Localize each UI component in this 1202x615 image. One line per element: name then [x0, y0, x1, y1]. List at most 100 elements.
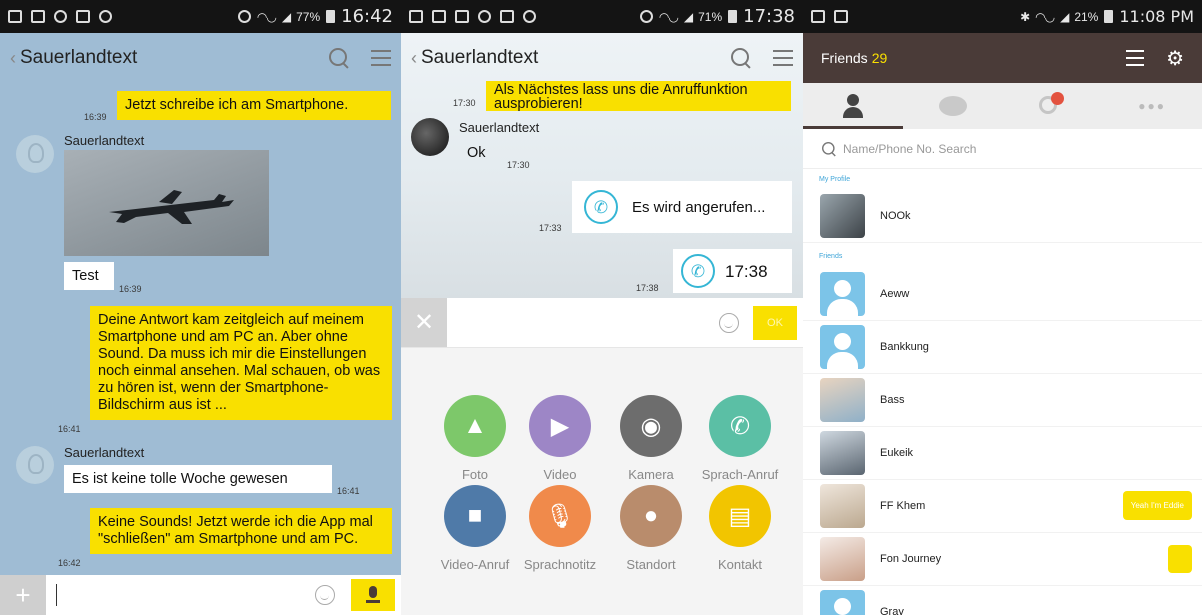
- more-icon: ●●●: [1138, 99, 1166, 113]
- location-icon: [523, 10, 536, 23]
- friend-search[interactable]: Name/Phone No. Search: [803, 129, 1202, 169]
- message-bubble-other[interactable]: Test: [64, 262, 114, 290]
- attachment-option[interactable]: ◉ Kamera: [606, 395, 696, 482]
- friend-row[interactable]: Fon Journey: [803, 532, 1202, 586]
- photo-icon: ▲: [444, 395, 506, 457]
- search-placeholder: Name/Phone No. Search: [843, 141, 977, 156]
- sender-name: Sauerlandtext: [64, 133, 145, 148]
- close-attachments-button[interactable]: ✕: [401, 298, 447, 347]
- avatar[interactable]: [16, 135, 54, 173]
- chat-header: ‹ Sauerlandtext: [401, 33, 803, 83]
- status-message: Yeah I'm Eddie: [1122, 491, 1192, 520]
- attachment-option[interactable]: 🎙 Sprachnotitz: [515, 485, 605, 572]
- friend-name: Aeww: [880, 287, 910, 300]
- location-pin-icon: ●: [620, 485, 682, 547]
- status-bar: ◠◡ ◢ 77% 16:42: [0, 0, 401, 33]
- section-label-my-profile: My Profile: [819, 176, 851, 183]
- wifi-icon: ◠◡: [658, 9, 679, 24]
- message-input-bar: +: [0, 575, 401, 615]
- message-time: 17:33: [539, 223, 562, 233]
- message-time: 16:39: [84, 112, 107, 122]
- menu-icon[interactable]: [1126, 50, 1145, 66]
- attachment-option[interactable]: ■ Video-Anruf: [430, 485, 520, 572]
- voice-note-icon: 🎙: [529, 485, 591, 547]
- send-button[interactable]: OK: [753, 305, 797, 340]
- clock: 11:08 PM: [1119, 7, 1194, 26]
- call-duration-message[interactable]: ✆ 17:38: [673, 249, 792, 293]
- clock: 16:42: [341, 6, 393, 27]
- camera-icon: ◉: [620, 395, 682, 457]
- search-icon: [822, 141, 836, 156]
- attachment-option[interactable]: ✆ Sprach-Anruf: [695, 395, 785, 482]
- tab-friends[interactable]: [803, 83, 903, 129]
- alarm-icon: [237, 10, 251, 23]
- search-icon[interactable]: [329, 48, 349, 68]
- friend-name: Fon Journey: [880, 552, 942, 565]
- message-bubble-mine[interactable]: Als Nächstes lass uns die Anruffunktion …: [486, 81, 791, 111]
- friend-row[interactable]: FF Khem Yeah I'm Eddie: [803, 479, 1202, 533]
- menu-icon[interactable]: [773, 50, 793, 66]
- sender-name: Sauerlandtext: [459, 120, 540, 135]
- call-message[interactable]: ✆ Es wird angerufen...: [572, 181, 792, 233]
- menu-icon[interactable]: [371, 50, 391, 66]
- screenshot-icon: [409, 10, 423, 23]
- gallery-icon: [834, 10, 848, 23]
- app-icon: [500, 10, 514, 23]
- message-bubble-other[interactable]: Ok: [459, 139, 497, 167]
- friend-row[interactable]: Bankkung: [803, 320, 1202, 374]
- emoticon-icon[interactable]: [719, 312, 739, 333]
- sync-icon: [54, 10, 67, 23]
- message-time: 17:30: [453, 98, 476, 108]
- back-icon[interactable]: ‹: [411, 48, 417, 69]
- wifi-icon: ◠◡: [256, 9, 277, 24]
- back-icon[interactable]: ‹: [10, 48, 16, 69]
- avatar: [820, 483, 865, 528]
- attachment-option[interactable]: ▤ Kontakt: [695, 485, 785, 572]
- add-attachment-button[interactable]: +: [0, 575, 46, 615]
- section-label-friends: Friends: [819, 253, 843, 260]
- message-time: 16:42: [58, 558, 81, 568]
- airplane-image: [109, 190, 234, 224]
- message-time: 16:41: [337, 486, 360, 496]
- friend-row[interactable]: Aeww: [803, 267, 1202, 321]
- battery-percent: 71%: [698, 9, 723, 24]
- tab-more[interactable]: ●●●: [1102, 83, 1202, 129]
- avatar: [820, 271, 865, 316]
- avatar[interactable]: [16, 446, 54, 484]
- battery-icon: [1104, 10, 1114, 23]
- friend-name: FF Khem: [880, 499, 926, 512]
- battery-icon: [326, 10, 336, 23]
- chat-screen-2: ◠◡ ◢ 71% 17:38 ‹ Sauerlandtext Als Nächs…: [401, 0, 803, 615]
- message-bubble-mine[interactable]: Keine Sounds! Jetzt werde ich die App ma…: [90, 508, 392, 554]
- person-icon: [841, 94, 865, 118]
- tab-chats[interactable]: [903, 83, 1003, 129]
- attachment-option[interactable]: ▶ Video: [515, 395, 605, 482]
- message-bubble-mine[interactable]: Deine Antwort kam zeitgleich auf meinem …: [90, 306, 392, 420]
- message-input[interactable]: [447, 298, 719, 347]
- friend-row[interactable]: Gray: [803, 585, 1202, 615]
- message-input[interactable]: [57, 575, 315, 615]
- bluetooth-icon: ✱: [1020, 9, 1030, 24]
- signal-icon: ◢: [281, 9, 291, 24]
- tab-find[interactable]: [1003, 83, 1103, 129]
- message-bubble-mine[interactable]: Jetzt schreibe ich am Smartphone.: [117, 91, 391, 120]
- voice-record-button[interactable]: [351, 579, 395, 611]
- message-bubble-other[interactable]: Es ist keine tolle Woche gewesen: [64, 465, 332, 493]
- message-time: 16:39: [119, 284, 142, 294]
- attachment-label: Foto: [461, 467, 488, 482]
- calendar-icon: [31, 10, 45, 23]
- message-input-bar: ✕ OK: [401, 298, 803, 348]
- search-icon[interactable]: [731, 48, 751, 68]
- settings-icon[interactable]: ⚙: [1166, 46, 1184, 71]
- status-bar: ✱ ◠◡ ◢ 21% 11:08 PM: [803, 0, 1202, 33]
- friend-row[interactable]: Bass: [803, 373, 1202, 427]
- my-profile-row[interactable]: NOOk: [803, 189, 1202, 243]
- emoticon-icon[interactable]: [315, 585, 335, 605]
- video-call-icon: ■: [444, 485, 506, 547]
- photo-message[interactable]: [64, 150, 269, 256]
- avatar[interactable]: [411, 118, 449, 156]
- friend-row[interactable]: Eukeik: [803, 426, 1202, 480]
- chat-icon: [938, 96, 967, 116]
- attachment-option[interactable]: ● Standort: [606, 485, 696, 572]
- attachment-option[interactable]: ▲ Foto: [430, 395, 520, 482]
